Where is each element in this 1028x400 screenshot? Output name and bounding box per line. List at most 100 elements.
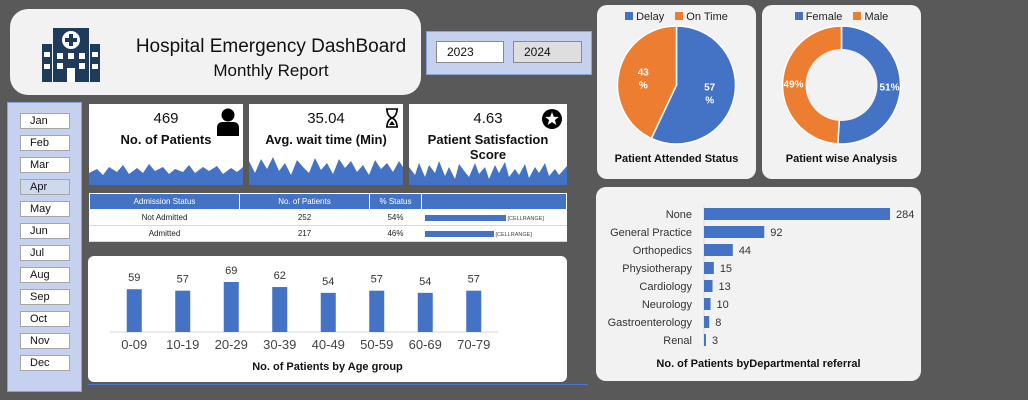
row-bar-cell: [CELLRANGE]	[421, 225, 567, 242]
kpi-satisfaction-value: 4.63	[473, 110, 503, 127]
age-tick-label: 20-29	[215, 337, 248, 352]
donut-hole	[805, 49, 878, 121]
age-bar-value: 57	[177, 274, 189, 286]
dept-category-label: Physiotherapy	[622, 263, 692, 275]
dept-bar	[704, 334, 706, 346]
gender-chart-title: Patient wise Analysis	[785, 153, 898, 165]
age-group-chart-card: 59 0-09 57 10-19 69 20-29 62 30-39 54 40-49 57 50-5…	[88, 256, 567, 382]
col-header-count: No. of Patients	[239, 193, 370, 210]
age-bar-value: 54	[322, 276, 334, 288]
age-bar	[320, 292, 336, 332]
pie-label: 49%	[784, 79, 804, 90]
dept-bar-value: 13	[719, 281, 731, 293]
attended-pie-chart: 57 %43%	[616, 25, 737, 145]
admission-bar	[424, 214, 506, 221]
kpi-wait-value: 35.04	[307, 110, 345, 127]
age-tick-label: 10-19	[166, 337, 199, 352]
month-button-jan[interactable]: Jan	[20, 113, 70, 129]
department-referral-chart: None 284 General Practice 92 Orthopedics 44 Ph…	[608, 205, 914, 347]
dept-bar-value: 284	[896, 209, 914, 221]
month-button-may[interactable]: May	[20, 201, 70, 217]
kpi-patients-card: 469 No. of Patients	[89, 104, 243, 185]
row-range: [CELLRANGE]	[495, 232, 532, 238]
col-header-bar	[421, 193, 567, 210]
dept-bar	[704, 280, 713, 292]
row-count: 217	[239, 225, 370, 242]
wait-sparkline	[249, 157, 403, 185]
dept-category-label: Neurology	[642, 299, 693, 311]
kpi-patients-label: No. of Patients	[120, 132, 212, 147]
table-row: Not Admitted 252 54% [CELLRANGE]	[89, 209, 567, 226]
month-button-aug[interactable]: Aug	[20, 267, 70, 283]
row-range: [CELLRANGE]	[507, 216, 544, 222]
month-slicer: Jan Feb Mar Apr May Jun Jul Aug Sep Oct …	[7, 102, 82, 392]
title-card: Hospital Emergency DashBoard Monthly Rep…	[10, 9, 421, 95]
attended-status-card: Delay On Time 57% 43% Patient Attended St…	[597, 5, 756, 179]
dept-bar-value: 10	[717, 299, 729, 311]
dept-bar-value: 92	[770, 227, 782, 239]
kpi-wait-card: 35.04 Avg. wait time (Min)	[249, 104, 403, 185]
age-bar-value: 62	[274, 270, 286, 282]
age-tick-label: 60-69	[409, 337, 442, 352]
page-subtitle: Monthly Report	[213, 61, 329, 80]
month-button-sep[interactable]: Sep	[20, 289, 70, 305]
month-button-nov[interactable]: Nov	[20, 333, 70, 349]
dept-category-label: Cardiology	[639, 281, 692, 293]
age-tick-label: 40-49	[312, 337, 345, 352]
age-bar-value: 57	[468, 274, 480, 286]
hospital-icon	[42, 28, 100, 82]
dept-bar-value: 44	[739, 245, 751, 257]
age-chart-title: No. of Patients by Age group	[252, 361, 403, 373]
age-bar	[466, 290, 482, 332]
age-tick-label: 0-09	[121, 337, 147, 352]
dept-bar	[704, 262, 714, 274]
dept-category-label: General Practice	[610, 227, 692, 239]
age-bar	[417, 292, 433, 332]
month-button-jun[interactable]: Jun	[20, 223, 70, 239]
row-pct: 46%	[369, 225, 422, 242]
month-button-apr[interactable]: Apr	[20, 179, 70, 195]
age-bar-value: 69	[225, 265, 237, 277]
dept-bar	[704, 298, 711, 310]
dept-bar-value: 15	[720, 263, 732, 275]
age-tick-label: 70-79	[457, 337, 490, 352]
gender-donut-chart: 51% 49%	[781, 25, 902, 145]
dept-category-label: Orthopedics	[633, 245, 693, 257]
age-bar	[369, 290, 385, 332]
admission-table: Admission Status No. of Patients % Statu…	[89, 193, 567, 242]
dept-bar	[704, 208, 890, 220]
row-status: Admitted	[89, 225, 240, 242]
age-tick-label: 50-59	[360, 337, 393, 352]
kpi-wait-label: Avg. wait time (Min)	[265, 132, 387, 147]
age-bar	[223, 281, 239, 332]
page-title: Hospital Emergency DashBoard	[135, 36, 407, 57]
table-row: Admitted 217 46% [CELLRANGE]	[89, 225, 567, 242]
satisfaction-sparkline	[409, 161, 567, 185]
dept-bar-value: 8	[715, 317, 721, 329]
dept-bar	[704, 244, 733, 256]
month-button-mar[interactable]: Mar	[20, 157, 70, 173]
dept-category-label: None	[666, 209, 692, 221]
age-tick-label: 30-39	[263, 337, 296, 352]
kpi-satisfaction-card: 4.63 Patient Satisfaction Score	[409, 104, 567, 185]
month-button-jul[interactable]: Jul	[20, 245, 70, 261]
row-pct: 54%	[369, 209, 422, 226]
age-bar-value: 59	[128, 272, 140, 284]
age-group-chart: 59 0-09 57 10-19 69 20-29 62 30-39 54 40-49 57 50-5…	[110, 265, 498, 352]
month-button-feb[interactable]: Feb	[20, 135, 70, 151]
dept-chart-title: No. of Patients byDepartmental referral	[656, 358, 861, 370]
year-button-2024[interactable]: 2024	[513, 41, 582, 63]
pie-label: 51%	[879, 83, 899, 94]
department-referral-card: None 284 General Practice 92 Orthopedics 44 Ph…	[596, 187, 921, 381]
month-button-oct[interactable]: Oct	[20, 311, 70, 327]
age-bar	[126, 289, 142, 332]
dept-bar	[704, 226, 765, 238]
age-bar-value: 54	[419, 276, 431, 288]
year-slicer: 2023 2024	[426, 31, 592, 75]
month-button-dec[interactable]: Dec	[20, 355, 70, 371]
attended-chart-title: Patient Attended Status	[614, 153, 739, 165]
dept-category-label: Gastroenterology	[608, 317, 693, 329]
patients-sparkline	[89, 164, 243, 185]
dept-bar	[704, 316, 710, 328]
year-button-2023[interactable]: 2023	[436, 41, 504, 63]
